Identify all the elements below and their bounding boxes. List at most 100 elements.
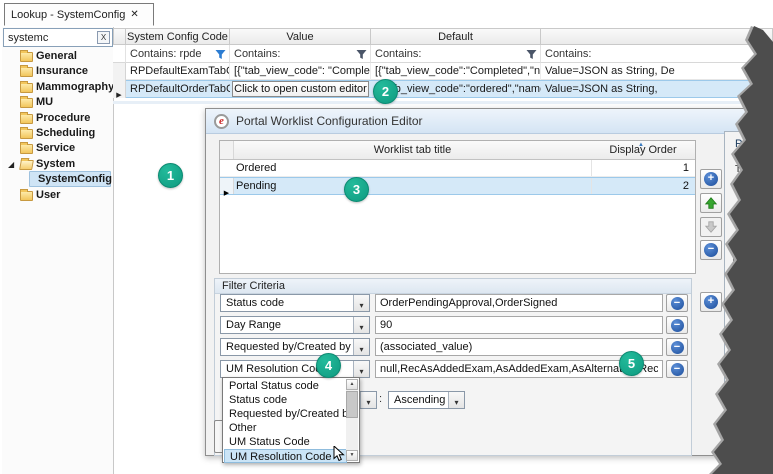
chevron-down-icon[interactable]: ▾: [353, 317, 369, 333]
tree-item-system[interactable]: ◢System: [2, 157, 112, 172]
search-clear-icon[interactable]: X: [97, 31, 110, 44]
filter-icon[interactable]: [526, 49, 537, 60]
filter-cell-value[interactable]: Contains:: [230, 45, 371, 63]
scrollbar-thumb[interactable]: [346, 391, 358, 418]
properties-panel: Proper Tab C Tab N Tab En Max t ✓ Sh Ite…: [724, 131, 773, 453]
tab-close-icon[interactable]: ✕: [130, 9, 138, 20]
filter-indicator-cell: [113, 45, 126, 63]
tab-lookup-systemconfig[interactable]: Lookup - SystemConfig ✕: [4, 3, 154, 26]
gray-down-arrow-icon: [704, 220, 718, 234]
move-down-button-disabled[interactable]: [700, 217, 722, 237]
dropdown-option[interactable]: UM Status Code: [224, 435, 347, 449]
dropdown-option[interactable]: Requested by/Created by: [224, 407, 347, 421]
filter-icon-active[interactable]: [215, 49, 226, 60]
cell-default[interactable]: [{"tab_view_code":"Completed","name":"Co…: [371, 63, 541, 80]
remove-icon: −: [671, 297, 684, 310]
tree-item-user[interactable]: User: [2, 188, 112, 203]
remove-tab-button[interactable]: −: [700, 240, 722, 260]
filter-value-input-3[interactable]: [375, 338, 663, 356]
folder-icon: [20, 144, 33, 154]
tree-expander-icon[interactable]: ◢: [8, 160, 14, 169]
tree-item-service[interactable]: Service: [2, 141, 112, 156]
chevron-down-icon[interactable]: ▾: [353, 361, 369, 377]
filter-value-input-1[interactable]: [375, 294, 663, 312]
add-icon: +: [704, 172, 718, 186]
folder-icon: [20, 67, 33, 77]
tree-item-scheduling[interactable]: Scheduling: [2, 126, 112, 141]
folder-icon: [20, 114, 33, 124]
remove-icon: −: [671, 319, 684, 332]
scroll-down-icon[interactable]: ▼: [346, 450, 358, 461]
open-folder-icon: [19, 160, 34, 170]
dialog-title-bar[interactable]: e Portal Worklist Configuration Editor: [206, 109, 772, 134]
folder-icon: [20, 191, 33, 201]
add-tab-button[interactable]: +: [700, 169, 722, 189]
sort-ascending-icon: ▲: [638, 142, 644, 148]
tree-search-input[interactable]: [8, 30, 94, 45]
cell-code[interactable]: RPDefaultOrderTabCriteria: [126, 81, 230, 98]
tree-item-mammography[interactable]: Mammography: [2, 80, 112, 95]
tree-item-mu[interactable]: MU: [2, 95, 112, 110]
sort-order-combo[interactable]: Ascending ▾: [388, 391, 465, 409]
grid-column-default[interactable]: Default: [371, 28, 541, 45]
dropdown-scrollbar[interactable]: ▲ ▼: [346, 379, 358, 461]
callout-badge-5: 5: [619, 351, 644, 376]
remove-icon: −: [671, 341, 684, 354]
worklist-tab-grid: Worklist tab title Display Order ▲ Order…: [219, 140, 696, 274]
cell-extra[interactable]: Value=JSON as String, De: [541, 63, 773, 80]
remove-icon: −: [671, 363, 684, 376]
application-window: Lookup - SystemConfig ✕ X General Insura…: [0, 0, 773, 474]
grid-column-value[interactable]: Value: [230, 28, 371, 45]
filter-cell-extra[interactable]: Contains:: [541, 45, 773, 63]
grid-indicator-header: [113, 28, 126, 45]
open-custom-editor-button[interactable]: Click to open custom editor: [232, 81, 369, 97]
cell-code[interactable]: RPDefaultExamTabCriteria: [126, 63, 230, 80]
worklist-indicator-header: [220, 141, 234, 159]
chevron-down-icon[interactable]: ▾: [353, 295, 369, 311]
tree-item-insurance[interactable]: Insurance: [2, 64, 112, 79]
remove-icon: −: [704, 243, 718, 257]
filter-field-combo-1[interactable]: Status code ▾: [220, 294, 370, 312]
filter-field-combo-2[interactable]: Day Range ▾: [220, 316, 370, 334]
grid-column-system-config-code[interactable]: System Config Code: [126, 28, 230, 45]
filter-field-combo-3[interactable]: Requested by/Created by ▾: [220, 338, 370, 356]
cell-value[interactable]: [{"tab_view_code": "Completed","name"...: [230, 63, 371, 80]
callout-badge-1: 1: [158, 163, 183, 188]
sort-separator: :: [379, 393, 382, 405]
filter-cell-code[interactable]: Contains: rpde: [126, 45, 230, 63]
chevron-down-icon[interactable]: ▾: [448, 392, 464, 408]
chevron-down-icon[interactable]: ▾: [353, 339, 369, 355]
dropdown-option[interactable]: Portal Status code: [224, 379, 347, 393]
callout-badge-2: 2: [373, 79, 398, 104]
filter-criteria-label: Filter Criteria: [215, 279, 691, 294]
folder-icon: [20, 52, 33, 62]
worklist-row-pending-selected[interactable]: ▶ Pending 2: [220, 177, 695, 195]
filter-icon[interactable]: [356, 49, 367, 60]
cell-extra[interactable]: Value=JSON as String,: [541, 81, 773, 98]
scroll-up-icon[interactable]: ▲: [346, 379, 358, 390]
remove-filter-button-2[interactable]: −: [666, 316, 688, 334]
filter-field-combo-4[interactable]: UM Resolution Code ▾: [220, 360, 370, 378]
filter-value-input-2[interactable]: [375, 316, 663, 334]
dropdown-option[interactable]: Other: [224, 421, 347, 435]
remove-filter-button-4[interactable]: −: [666, 360, 688, 378]
dropdown-option[interactable]: Status code: [224, 393, 347, 407]
checkbox-checked[interactable]: ✓: [733, 343, 745, 355]
remove-filter-button-3[interactable]: −: [666, 338, 688, 356]
remove-filter-button-1[interactable]: −: [666, 294, 688, 312]
filter-cell-default[interactable]: Contains:: [371, 45, 541, 63]
row-indicator-cell: ▶: [220, 178, 234, 194]
checkbox-checked[interactable]: ✓: [733, 252, 745, 264]
move-up-button[interactable]: [700, 193, 722, 213]
tree-item-systemconfig[interactable]: SystemConfig: [2, 172, 112, 187]
tree-item-procedure[interactable]: Procedure: [2, 111, 112, 126]
mouse-cursor: [333, 446, 345, 463]
add-filter-button[interactable]: +: [700, 292, 722, 312]
worklist-row-ordered[interactable]: Ordered 1: [220, 160, 695, 177]
column-worklist-tab-title[interactable]: Worklist tab title: [234, 141, 591, 156]
grid-column-extra[interactable]: [541, 28, 773, 45]
tree-item-general[interactable]: General: [2, 49, 112, 64]
properties-header: Proper: [735, 138, 768, 150]
chevron-down-icon[interactable]: ▾: [360, 392, 376, 408]
dropdown-option-highlighted[interactable]: UM Resolution Code: [224, 449, 347, 463]
